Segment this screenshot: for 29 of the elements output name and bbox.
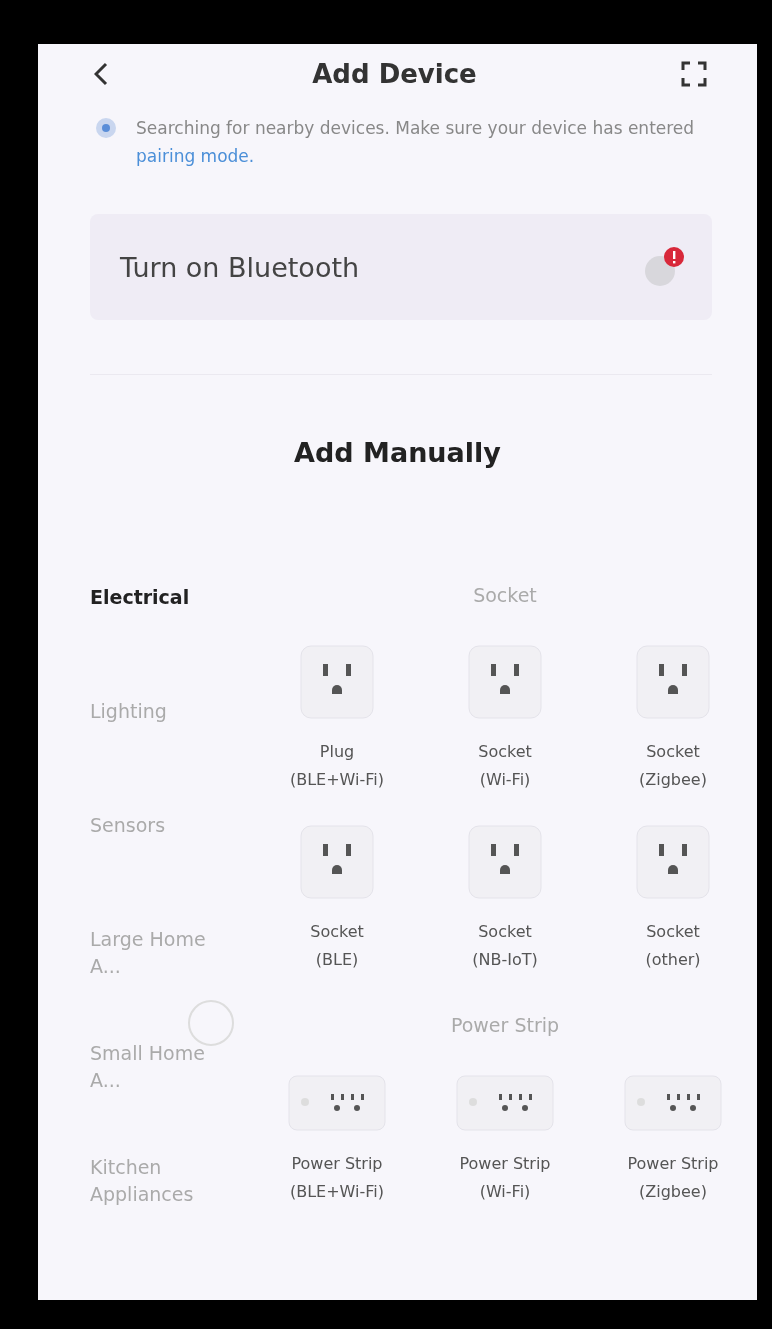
group-title: Socket <box>472 584 538 608</box>
outlet-icon <box>299 824 375 900</box>
device-name[interactable]: Power Strip (Wi-Fi) <box>459 1150 551 1206</box>
device-name[interactable]: Power Strip (Zigbee) <box>627 1150 719 1206</box>
device-name[interactable]: Socket (BLE) <box>310 918 364 974</box>
power-strip-icon <box>287 1074 387 1132</box>
outlet-icon <box>299 644 375 720</box>
device-name[interactable]: Socket (NB-IoT) <box>472 918 538 974</box>
power-strip-icon <box>623 1074 723 1132</box>
section-title: Add Manually <box>293 437 502 468</box>
search-notice: Searching for nearby devices. Make sure your device has entered pairing mode. <box>136 117 696 168</box>
bluetooth-card[interactable]: Turn on Bluetooth <box>90 214 712 320</box>
device-name[interactable]: Socket (Wi-Fi) <box>478 738 532 794</box>
device-name[interactable]: Socket (other) <box>645 918 701 974</box>
category-item[interactable]: Electrical <box>90 584 220 698</box>
device-name[interactable]: Plug (BLE+Wi-Fi) <box>289 738 385 794</box>
radar-icon <box>94 116 118 140</box>
group-title: Power Strip <box>449 1014 561 1038</box>
device-name[interactable]: Power Strip (BLE+Wi-Fi) <box>289 1150 385 1206</box>
screen-title: Add Device <box>312 59 477 89</box>
scan-icon[interactable] <box>681 61 707 87</box>
bluetooth-label: Turn on Bluetooth <box>120 251 360 283</box>
back-icon[interactable] <box>94 62 108 86</box>
outlet-icon <box>467 824 543 900</box>
power-strip-icon <box>455 1074 555 1132</box>
outlet-icon <box>635 644 711 720</box>
outlet-icon <box>467 644 543 720</box>
device-name[interactable]: Socket (Zigbee) <box>639 738 707 794</box>
outlet-icon <box>635 824 711 900</box>
